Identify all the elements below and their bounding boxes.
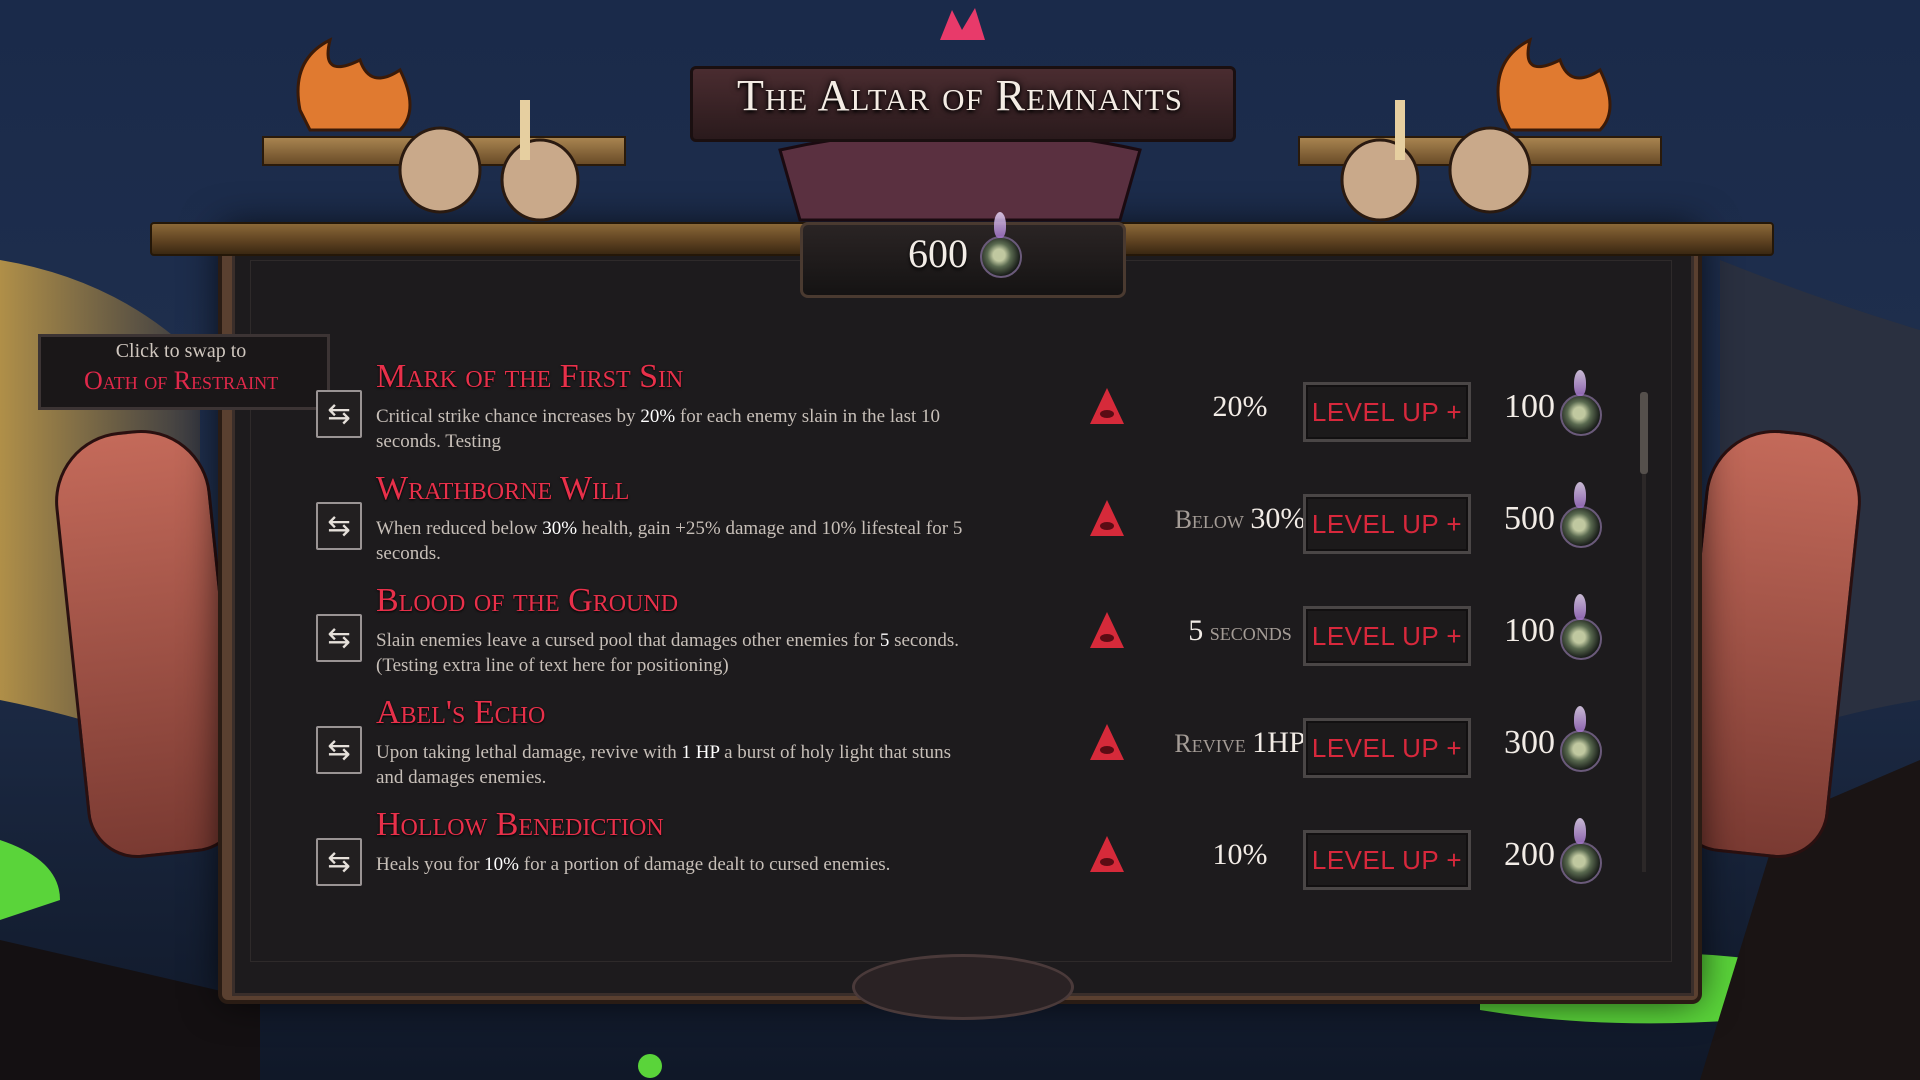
- perk-name: Abel's Echo: [376, 694, 546, 731]
- swap-arrows-icon[interactable]: ⇆: [316, 390, 362, 438]
- mouth-ornament: [852, 954, 1074, 1020]
- currency-amount: 600: [908, 231, 968, 276]
- level-up-button[interactable]: LEVEL UP +: [1303, 606, 1471, 666]
- remnant-orb-icon: [1560, 818, 1602, 884]
- perk-highlight-value: 30%: [542, 518, 578, 539]
- skull-icon: [500, 138, 580, 222]
- skull-icon: [1340, 138, 1420, 222]
- altar-centerpiece: [778, 128, 1142, 222]
- perk-description: Heals you for 10% for a portion of damag…: [376, 854, 891, 875]
- rank-eye-icon: [1090, 388, 1124, 424]
- swap-oath-name: Oath of Restraint: [83, 366, 279, 395]
- scrollbar-thumb[interactable]: [1640, 392, 1648, 474]
- remnant-orb-icon: [1560, 370, 1602, 436]
- skull-icon: [1448, 126, 1532, 214]
- level-up-button[interactable]: LEVEL UP +: [1303, 718, 1471, 778]
- perk-cost: 500: [1504, 500, 1555, 537]
- level-up-button[interactable]: LEVEL UP +: [1303, 494, 1471, 554]
- crown-flame-icon: [940, 8, 985, 40]
- perk-name: Hollow Benediction: [376, 806, 664, 843]
- perk-highlight-value: 1 HP: [681, 742, 720, 763]
- remnant-orb-icon: [980, 212, 1022, 278]
- rank-eye-icon: [1090, 500, 1124, 536]
- rank-eye-icon: [1090, 724, 1124, 760]
- perk-cost: 100: [1504, 612, 1555, 649]
- perk-name: Blood of the Ground: [376, 582, 679, 619]
- perk-cost: 100: [1504, 388, 1555, 425]
- skull-icon: [398, 126, 482, 214]
- left-flame-icon: [296, 37, 412, 132]
- swap-arrows-icon[interactable]: ⇆: [316, 614, 362, 662]
- perk-highlight-value: 10%: [484, 854, 519, 875]
- candle-icon: [520, 100, 530, 160]
- rank-eye-icon: [1090, 836, 1124, 872]
- perk-highlight-value: 20%: [640, 406, 676, 427]
- perk-name: Mark of the First Sin: [376, 358, 684, 395]
- perk-row: ⇆ Blood of the Ground Slain enemies leav…: [310, 582, 1610, 682]
- perk-row: ⇆ Mark of the First Sin Critical strike …: [310, 358, 1610, 458]
- perk-description: When reduced below 30% health, gain +25%…: [376, 518, 963, 564]
- rank-eye-icon: [1090, 612, 1124, 648]
- perk-row: ⇆ Hollow Benediction Heals you for 10% f…: [310, 806, 1610, 906]
- swap-arrows-icon[interactable]: ⇆: [316, 726, 362, 774]
- perk-row: ⇆ Abel's Echo Upon taking lethal damage,…: [310, 694, 1610, 794]
- perk-name: Wrathborne Will: [376, 470, 630, 507]
- page-title: The Altar of Remnants: [737, 71, 1183, 120]
- perk-description: Critical strike chance increases by 20% …: [376, 406, 940, 452]
- level-up-button[interactable]: LEVEL UP +: [1303, 382, 1471, 442]
- swap-hint-label: Click to swap to: [115, 340, 247, 362]
- right-flame-icon: [1496, 37, 1612, 132]
- swap-arrows-icon[interactable]: ⇆: [316, 838, 362, 886]
- perk-description: Upon taking lethal damage, revive with 1…: [376, 742, 952, 788]
- perk-cost: 300: [1504, 724, 1555, 761]
- swap-arrows-icon[interactable]: ⇆: [316, 502, 362, 550]
- level-up-button[interactable]: LEVEL UP +: [1303, 830, 1471, 890]
- remnant-orb-icon: [1560, 482, 1602, 548]
- perk-cost: 200: [1504, 836, 1555, 873]
- remnant-orb-icon: [1560, 706, 1602, 772]
- perk-row: ⇆ Wrathborne Will When reduced below 30%…: [310, 470, 1610, 570]
- perk-highlight-value: 5: [879, 630, 890, 651]
- perk-description: Slain enemies leave a cursed pool that d…: [376, 630, 959, 676]
- remnant-orb-icon: [1560, 594, 1602, 660]
- candle-icon: [1395, 100, 1405, 160]
